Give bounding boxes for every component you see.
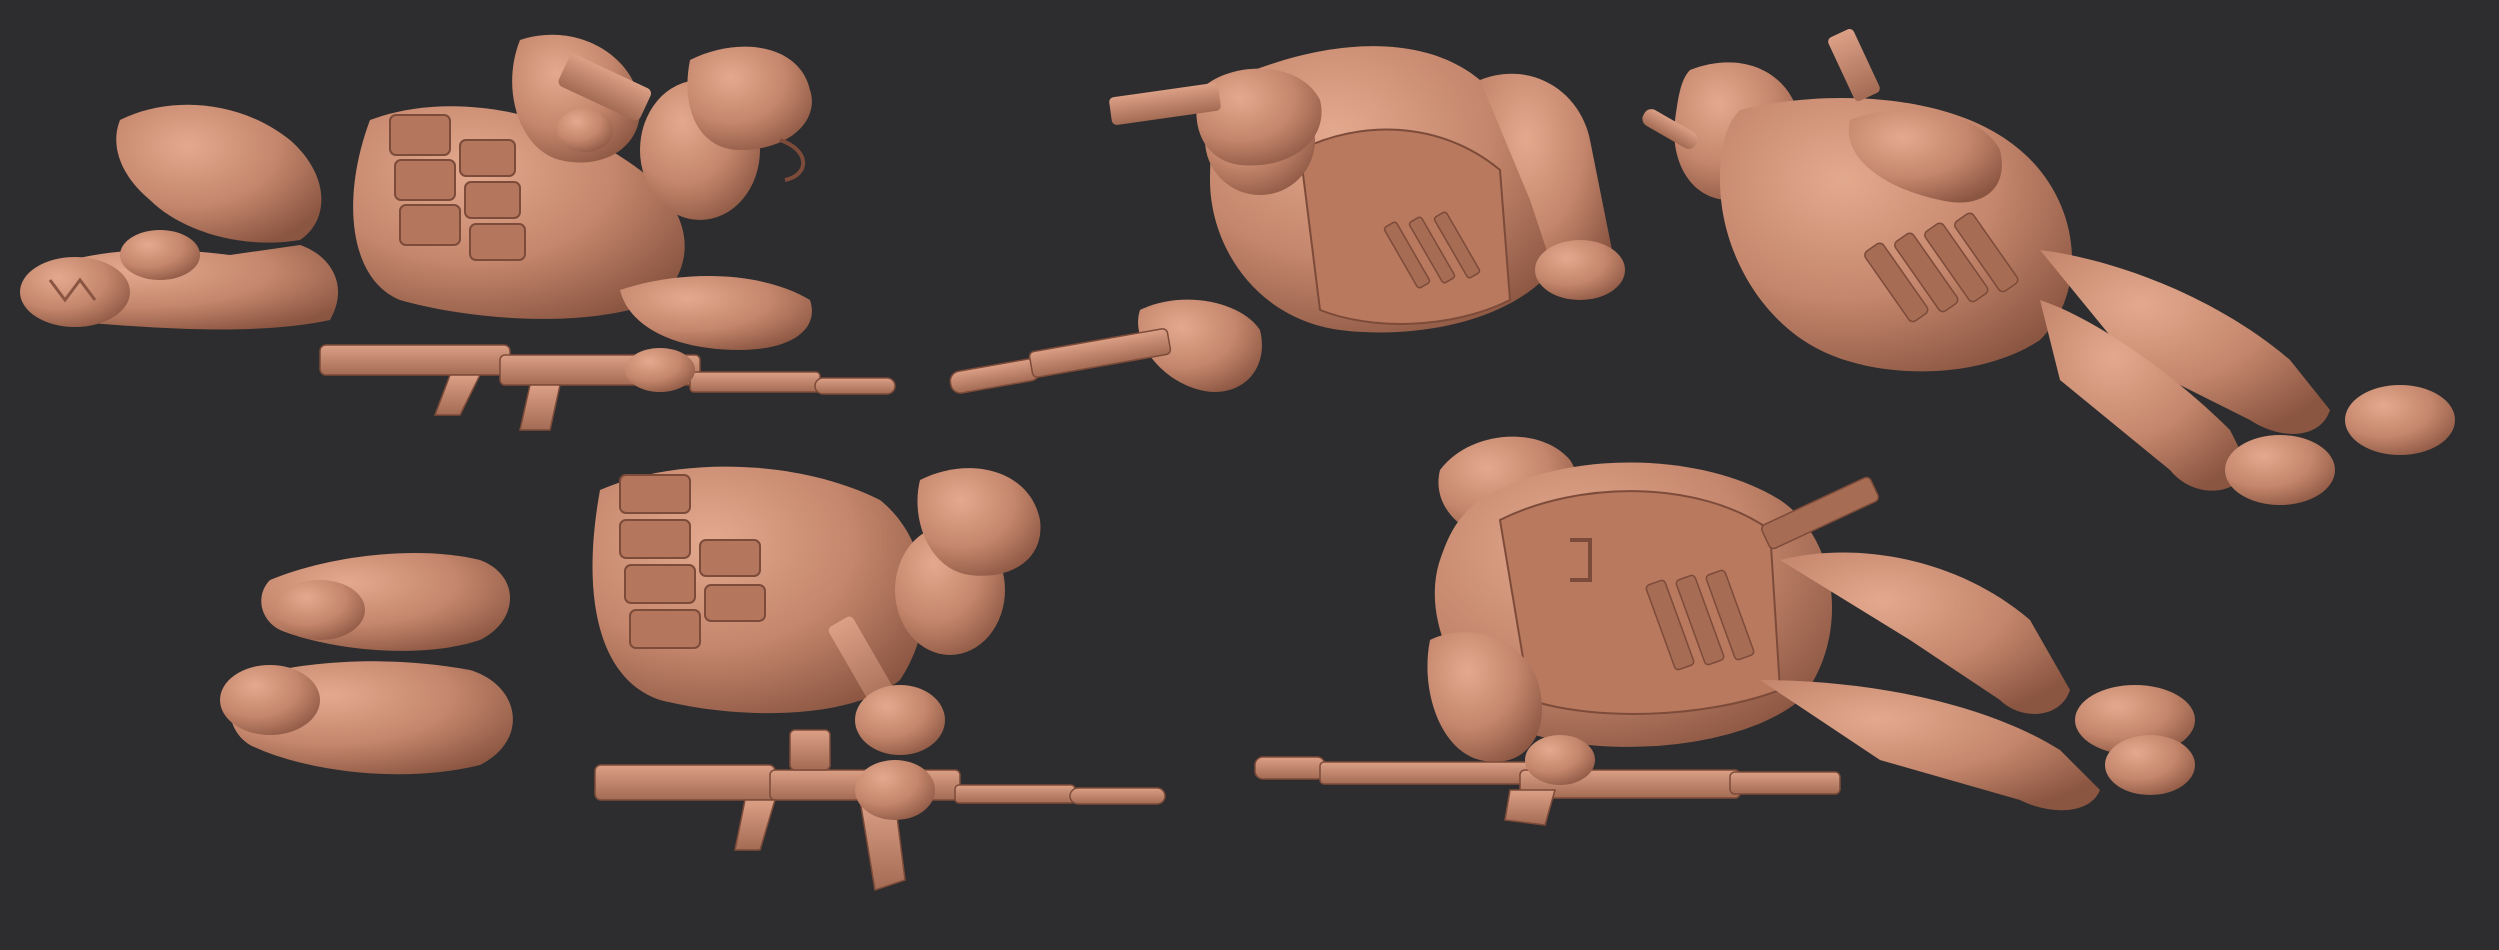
figure-top-right	[1642, 29, 2455, 505]
render-viewport	[0, 0, 2499, 950]
figure-front-bottom	[220, 466, 1166, 891]
sculpt-render	[20, 29, 2455, 891]
figure-back-center	[949, 46, 1625, 394]
figure-front-left	[20, 34, 896, 431]
figure-back-bottom	[1254, 436, 2195, 826]
